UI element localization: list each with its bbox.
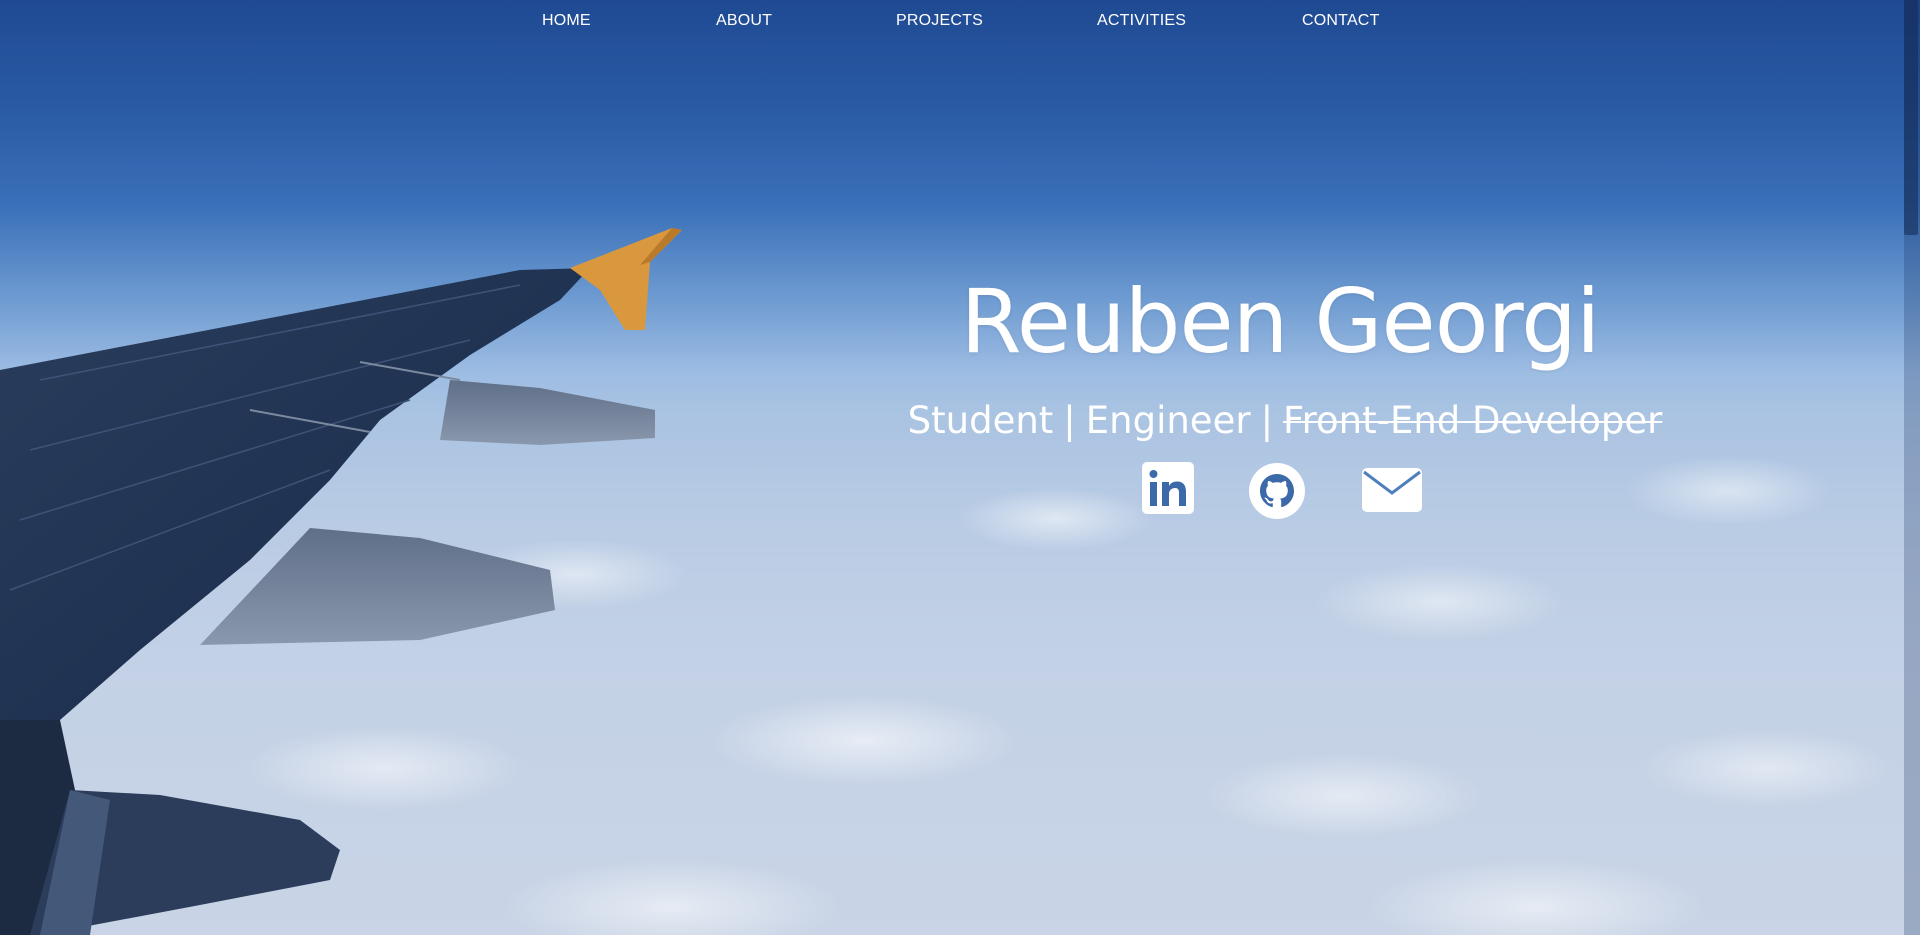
hero-roles: Student | Engineer | Front-End Developer: [895, 402, 1675, 439]
role-separator: |: [1063, 399, 1076, 442]
hero-page: HOME ABOUT PROJECTS ACTIVITIES CONTACT R…: [0, 0, 1920, 935]
linkedin-icon: [1142, 462, 1194, 514]
role-frontend-struck: Front-End Developer: [1283, 399, 1663, 442]
github-icon: [1249, 463, 1305, 519]
nav-link-projects[interactable]: PROJECTS: [896, 12, 983, 30]
email-link[interactable]: [1362, 468, 1422, 516]
social-links: [0, 462, 1920, 522]
scrollbar[interactable]: [1904, 0, 1920, 935]
role-separator: |: [1260, 399, 1274, 442]
hero-name: Reuben Georgi: [960, 270, 1601, 373]
top-nav: HOME ABOUT PROJECTS ACTIVITIES CONTACT: [0, 12, 1920, 32]
github-link[interactable]: [1248, 462, 1306, 524]
role-engineer: Engineer: [1085, 399, 1251, 442]
nav-link-home[interactable]: HOME: [542, 12, 591, 30]
email-icon: [1362, 468, 1422, 512]
nav-link-activities[interactable]: ACTIVITIES: [1097, 12, 1186, 30]
role-student: Student: [907, 399, 1054, 442]
nav-link-contact[interactable]: CONTACT: [1302, 12, 1380, 30]
nav-link-about[interactable]: ABOUT: [716, 12, 772, 30]
linkedin-link[interactable]: [1142, 462, 1194, 518]
scrollbar-thumb[interactable]: [1904, 0, 1918, 235]
